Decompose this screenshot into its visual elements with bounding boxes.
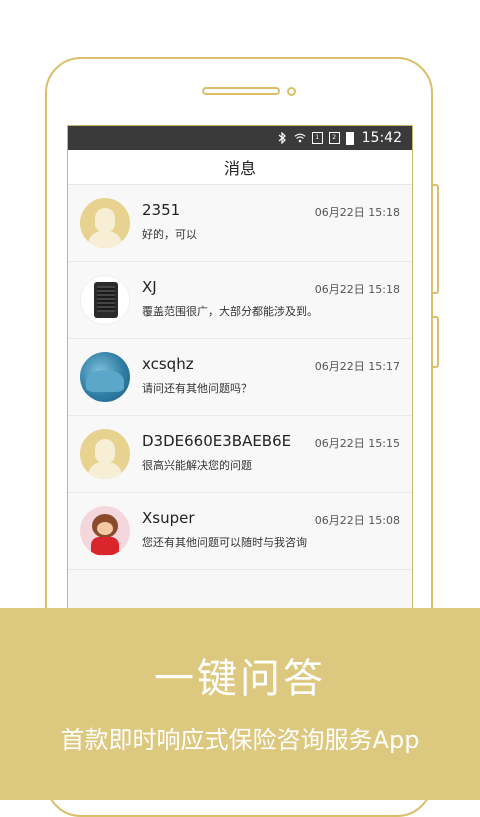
- message-preview: 覆盖范围很广，大部分都能涉及到。: [142, 305, 318, 318]
- default-avatar-icon: [80, 198, 130, 248]
- message-time: 06月22日 15:08: [314, 514, 400, 527]
- power-button: [433, 316, 439, 368]
- banner-headline: 一键问答: [154, 656, 326, 702]
- status-bar: 1 2 15:42: [68, 126, 412, 150]
- contact-name: xcsqhz: [142, 355, 194, 373]
- monkey-avatar-icon: [80, 506, 130, 556]
- message-time: 06月22日 15:15: [314, 437, 400, 450]
- contact-name: Xsuper: [142, 509, 195, 527]
- status-time: 15:42: [361, 130, 402, 146]
- server-avatar-icon: [80, 275, 130, 325]
- phone-screen: 1 2 15:42 消息 2351 06月22日 15:18 好的，可以 XJ …: [67, 125, 413, 625]
- sim1-icon: 1: [311, 132, 323, 144]
- page-title: 消息: [68, 150, 412, 185]
- sea-avatar-icon: [80, 352, 130, 402]
- wifi-icon: [294, 132, 306, 144]
- contact-name: D3DE660E3BAEB6E...: [142, 432, 292, 450]
- promo-banner: 一键问答 首款即时响应式保险咨询服务App: [0, 608, 480, 800]
- bluetooth-icon: [276, 132, 288, 144]
- message-time: 06月22日 15:18: [314, 283, 400, 296]
- message-row[interactable]: XJ 06月22日 15:18 覆盖范围很广，大部分都能涉及到。: [68, 262, 412, 339]
- message-row[interactable]: D3DE660E3BAEB6E... 06月22日 15:15 很高兴能解决您的…: [68, 416, 412, 493]
- message-list: 2351 06月22日 15:18 好的，可以 XJ 06月22日 15:18 …: [68, 185, 412, 570]
- message-preview: 很高兴能解决您的问题: [142, 459, 252, 472]
- message-time: 06月22日 15:17: [314, 360, 400, 373]
- sim2-icon: 2: [328, 132, 340, 144]
- banner-subline: 首款即时响应式保险咨询服务App: [60, 726, 420, 754]
- default-avatar-icon: [80, 429, 130, 479]
- message-row[interactable]: xcsqhz 06月22日 15:17 请问还有其他问题吗？: [68, 339, 412, 416]
- speaker-grille: [202, 87, 280, 95]
- message-preview: 请问还有其他问题吗？: [142, 382, 252, 395]
- contact-name: XJ: [142, 278, 157, 296]
- contact-name: 2351: [142, 201, 181, 219]
- battery-charging-icon: [345, 131, 354, 145]
- front-camera: [287, 87, 296, 96]
- message-preview: 好的，可以: [142, 228, 197, 241]
- message-row[interactable]: 2351 06月22日 15:18 好的，可以: [68, 185, 412, 262]
- message-preview: 您还有其他问题可以随时与我咨询: [142, 536, 307, 549]
- message-row[interactable]: Xsuper 06月22日 15:08 您还有其他问题可以随时与我咨询: [68, 493, 412, 570]
- volume-button: [433, 184, 439, 294]
- message-time: 06月22日 15:18: [314, 206, 400, 219]
